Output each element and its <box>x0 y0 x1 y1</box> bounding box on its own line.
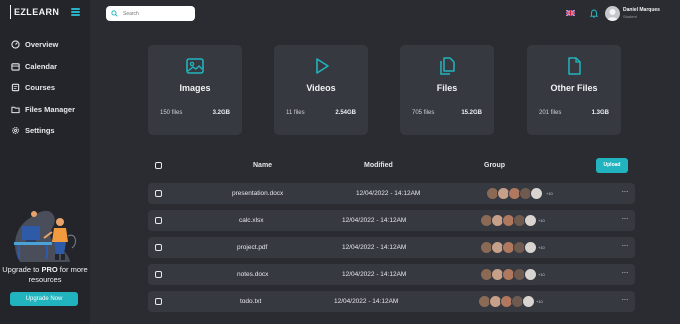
calendar-icon <box>11 62 20 71</box>
card-file-count: 705 files <box>412 110 435 116</box>
row-checkbox[interactable] <box>155 244 162 251</box>
promo-illustration <box>14 210 76 262</box>
bell-icon[interactable] <box>590 9 598 18</box>
sidebar-item-courses[interactable]: Courses <box>11 82 75 93</box>
book-icon <box>11 83 20 92</box>
member-avatar <box>522 295 535 308</box>
file-modified: 12/04/2022 - 14:12AM <box>342 271 407 278</box>
row-more-options[interactable]: ··· <box>622 214 629 223</box>
group-avatars[interactable] <box>478 295 535 308</box>
folder-icon <box>11 106 20 113</box>
gear-icon <box>12 127 19 134</box>
sidebar-item-label: Calendar <box>25 61 58 71</box>
sidebar-item-label: Settings <box>25 126 55 135</box>
sidebar-item-files-manager[interactable]: Files Manager <box>11 104 75 115</box>
group-extra-count: +10 <box>546 191 553 196</box>
search-icon <box>111 10 118 17</box>
file-modified: 12/04/2022 - 14:12AM <box>356 190 421 197</box>
sidebar-item-label: Courses <box>25 83 56 92</box>
file-name[interactable]: todo.txt <box>240 298 261 305</box>
member-avatar <box>530 187 543 200</box>
files-icon <box>440 57 455 75</box>
user-name: Daniel Marques <box>623 7 660 13</box>
table-row[interactable]: project.pdf 12/04/2022 - 14:12AM +10 ··· <box>148 237 635 258</box>
card-file-count: 11 files <box>286 110 305 116</box>
card-title: Files <box>436 83 458 93</box>
promo-text-bold: PRO <box>41 265 58 274</box>
sidebar-item-calendar[interactable]: Calendar <box>11 61 75 72</box>
card-videos[interactable]: Videos 11 files 2.54GB <box>274 45 368 135</box>
column-header-modified[interactable]: Modified <box>364 162 393 169</box>
row-more-options[interactable]: ··· <box>622 295 629 304</box>
file-modified: 12/04/2022 - 14:12AM <box>342 217 407 224</box>
table-row[interactable]: notes.docx 12/04/2022 - 14:12AM +10 ··· <box>148 264 635 285</box>
table-row[interactable]: todo.txt 12/04/2022 - 14:12AM +10 ··· <box>148 291 635 312</box>
card-size: 3.2GB <box>212 110 230 116</box>
sidebar-item-overview[interactable]: Overview <box>11 39 75 50</box>
file-name[interactable]: notes.docx <box>237 271 268 278</box>
card-size: 2.54GB <box>335 110 356 116</box>
upgrade-now-button[interactable]: Upgrade Now <box>10 292 78 306</box>
file-modified: 12/04/2022 - 14:12AM <box>334 298 399 305</box>
table-row[interactable]: calc.xlsx 12/04/2022 - 14:12AM +10 ··· <box>148 210 635 231</box>
column-header-name[interactable]: Name <box>253 162 272 169</box>
group-avatars[interactable] <box>480 241 537 254</box>
promo-text: Upgrade to PRO for more resources <box>0 265 90 285</box>
group-extra-count: +10 <box>538 245 545 250</box>
promo-text-start: Upgrade to <box>2 265 42 274</box>
group-avatars[interactable] <box>480 214 537 227</box>
select-all-checkbox[interactable] <box>155 162 162 169</box>
sidebar-nav: Overview Calendar Courses Files Manager … <box>11 39 75 147</box>
card-size: 1.3GB <box>591 110 609 116</box>
user-avatar[interactable] <box>605 6 620 21</box>
file-modified: 12/04/2022 - 14:12AM <box>342 244 407 251</box>
card-other-files[interactable]: Other Files 201 files 1.3GB <box>527 45 621 135</box>
member-avatar <box>524 268 537 281</box>
group-avatars[interactable] <box>486 187 543 200</box>
card-size: 15.2GB <box>461 110 482 116</box>
file-name[interactable]: calc.xlsx <box>239 217 264 224</box>
member-avatar <box>524 214 537 227</box>
column-header-group[interactable]: Group <box>484 162 505 169</box>
row-more-options[interactable]: ··· <box>622 241 629 250</box>
card-title: Videos <box>306 83 336 93</box>
file-name[interactable]: project.pdf <box>237 244 267 251</box>
card-files[interactable]: Files 705 files 15.2GB <box>400 45 494 135</box>
gauge-icon <box>11 40 20 49</box>
user-role: Student <box>623 14 637 19</box>
table-row[interactable]: presentation.docx 12/04/2022 - 14:12AM +… <box>148 183 635 204</box>
search-input[interactable] <box>123 10 193 17</box>
menu-toggle-icon[interactable] <box>71 8 80 16</box>
card-file-count: 150 files <box>160 110 183 116</box>
sidebar-item-label: Files Manager <box>25 104 76 114</box>
group-extra-count: +10 <box>538 218 545 223</box>
group-extra-count: +10 <box>536 299 543 304</box>
upload-button[interactable]: Upload <box>596 158 628 173</box>
user-silhouette-icon <box>607 9 618 21</box>
file-icon <box>568 57 581 75</box>
card-images[interactable]: Images 150 files 3.2GB <box>148 45 242 135</box>
row-checkbox[interactable] <box>155 190 162 197</box>
uk-flag-icon[interactable] <box>566 10 575 16</box>
group-avatars[interactable] <box>480 268 537 281</box>
card-title: Other Files <box>550 83 598 93</box>
sidebar: EZLEARN Overview Calendar Courses Files … <box>0 0 90 324</box>
row-more-options[interactable]: ··· <box>622 268 629 277</box>
sidebar-item-label: Overview <box>25 40 59 49</box>
card-title: Images <box>179 83 211 93</box>
row-checkbox[interactable] <box>155 217 162 224</box>
member-avatar <box>524 241 537 254</box>
group-extra-count: +10 <box>538 272 545 277</box>
search-bar[interactable] <box>106 6 195 21</box>
app-logo[interactable]: EZLEARN <box>10 5 59 19</box>
play-icon <box>316 58 329 74</box>
image-icon <box>186 58 204 74</box>
file-name[interactable]: presentation.docx <box>232 190 283 197</box>
card-file-count: 201 files <box>539 110 562 116</box>
row-checkbox[interactable] <box>155 271 162 278</box>
sidebar-item-settings[interactable]: Settings <box>11 125 75 136</box>
row-checkbox[interactable] <box>155 298 162 305</box>
row-more-options[interactable]: ··· <box>622 187 629 196</box>
